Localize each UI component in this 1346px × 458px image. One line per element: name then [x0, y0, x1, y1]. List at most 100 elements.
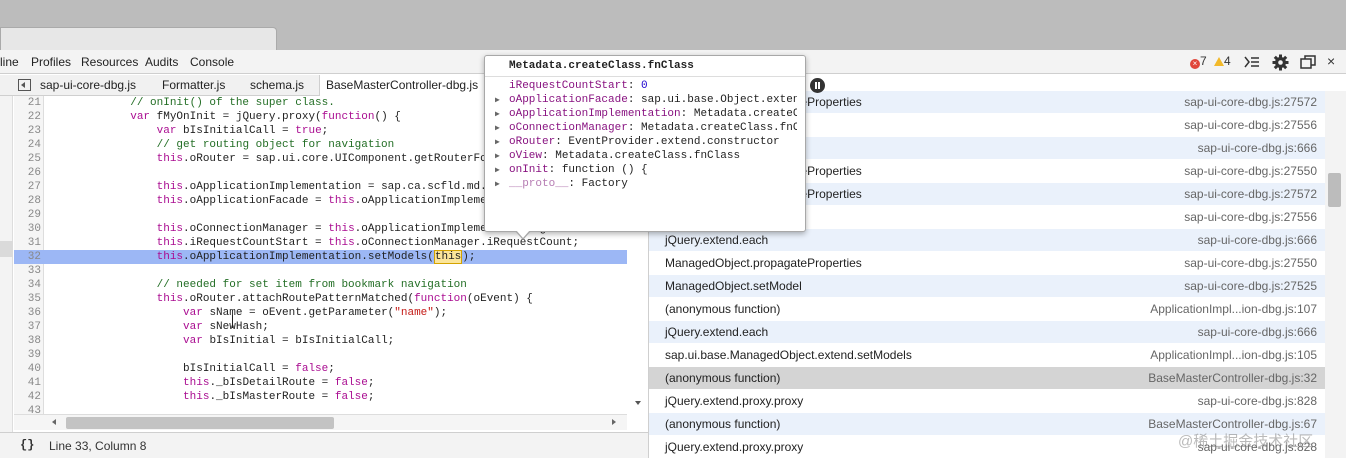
line-number[interactable]: 24 [14, 138, 41, 152]
code-line[interactable]: 35 this.oRouter.attachRoutePatternMatche… [14, 292, 627, 306]
line-number[interactable]: 41 [14, 376, 41, 390]
call-frame-location[interactable]: sap-ui-core-dbg.js:666 [1198, 321, 1317, 344]
call-frame[interactable]: jQuery.extend.each sap-ui-core-dbg.js:666 [649, 229, 1325, 252]
hovered-this-token[interactable]: this [433, 250, 463, 264]
call-frame[interactable]: sap.ui.base.ManagedObject.extend.setMode… [649, 344, 1325, 367]
popover-property-proto[interactable]: ▶ __proto__: Factory [495, 177, 797, 191]
popover-property-onInit[interactable]: ▶ onInit: function () { [495, 163, 797, 177]
line-number[interactable]: 23 [14, 124, 41, 138]
line-number[interactable]: 29 [14, 208, 41, 222]
call-frame[interactable]: (anonymous function) ApplicationImpl...io… [649, 298, 1325, 321]
tab-timeline[interactable]: line [0, 55, 19, 69]
popover-property-oConnectionManager[interactable]: ▶ oConnectionManager: Metadata.createClas… [495, 121, 797, 135]
expand-triangle-icon[interactable]: ▶ [495, 178, 509, 191]
line-number[interactable]: 42 [14, 390, 41, 404]
code-text: this.oApplicationImplementation.setModel… [156, 250, 476, 264]
call-frame-location[interactable]: sap-ui-core-dbg.js:828 [1198, 390, 1317, 413]
code-line[interactable]: 40 bIsInitialCall = false; [14, 362, 627, 376]
tab-profiles[interactable]: Profiles [31, 55, 71, 69]
line-number[interactable]: 35 [14, 292, 41, 306]
code-line[interactable]: 37 var sNewHash; [14, 320, 627, 334]
scroll-down-arrow-icon[interactable] [635, 401, 641, 405]
console-drawer-icon[interactable] [1244, 55, 1260, 69]
line-number[interactable]: 40 [14, 362, 41, 376]
call-frame-location[interactable]: sap-ui-core-dbg.js:27550 [1184, 252, 1317, 275]
sidebar-vertical-scrollbar[interactable] [1325, 91, 1346, 458]
file-tab-schema[interactable]: schema.js [244, 75, 310, 96]
call-frame-location[interactable]: ApplicationImpl...ion-dbg.js:105 [1150, 344, 1317, 367]
editor-horizontal-scrollbar[interactable] [14, 414, 627, 430]
scroll-left-arrow-icon[interactable] [52, 419, 56, 425]
call-frame[interactable]: jQuery.extend.proxy.proxy sap-ui-core-dbg… [649, 390, 1325, 413]
code-line[interactable]: 34 // needed for set item from bookmark … [14, 278, 627, 292]
warning-counter[interactable]: 4 [1214, 54, 1231, 70]
code-line[interactable]: 41 this._bIsDetailRoute = false; [14, 376, 627, 390]
code-line[interactable]: 36 var sName = oEvent.getParameter("name… [14, 306, 627, 320]
line-number[interactable]: 22 [14, 110, 41, 124]
line-number[interactable]: 39 [14, 348, 41, 362]
call-frame-location[interactable]: sap-ui-core-dbg.js:27556 [1184, 206, 1317, 229]
dock-icon[interactable] [1300, 55, 1316, 69]
call-frame-location[interactable]: ApplicationImpl...ion-dbg.js:107 [1150, 298, 1317, 321]
call-frame-location[interactable]: sap-ui-core-dbg.js:27572 [1184, 91, 1317, 114]
call-frame[interactable]: jQuery.extend.each sap-ui-core-dbg.js:666 [649, 321, 1325, 344]
scroll-right-arrow-icon[interactable] [612, 419, 616, 425]
code-line[interactable]: 33 [14, 264, 627, 278]
call-frame-location[interactable]: sap-ui-core-dbg.js:27556 [1184, 114, 1317, 137]
expand-triangle-icon[interactable]: ▶ [495, 150, 509, 163]
popover-property-oView[interactable]: ▶ oView: Metadata.createClass.fnClass [495, 149, 797, 163]
expand-triangle-icon[interactable]: ▶ [495, 108, 509, 121]
expand-triangle-icon[interactable]: ▶ [495, 122, 509, 135]
sidebar-scroll-thumb[interactable] [1328, 173, 1341, 207]
line-number[interactable]: 32 [14, 250, 41, 264]
sidebar-toggle-icon[interactable] [18, 79, 31, 91]
popover-property-oApplicationImplementation[interactable]: ▶ oApplicationImplementation: Metadata.cr… [495, 107, 797, 121]
error-counter[interactable]: × 7 [1190, 54, 1207, 70]
line-number[interactable]: 28 [14, 194, 41, 208]
file-tab-base-master-controller[interactable]: BaseMasterController-dbg.js [319, 75, 491, 96]
line-number[interactable]: 26 [14, 166, 41, 180]
close-icon[interactable]: × [1327, 53, 1335, 69]
line-number[interactable]: 34 [14, 278, 41, 292]
tab-console[interactable]: Console [190, 55, 234, 69]
file-tab-sap-ui-core[interactable]: sap-ui-core-dbg.js [34, 75, 142, 96]
navigator-collapsed-strip[interactable] [0, 96, 13, 436]
line-number[interactable]: 31 [14, 236, 41, 250]
tab-audits[interactable]: Audits [145, 55, 178, 69]
line-number[interactable]: 25 [14, 152, 41, 166]
code-line[interactable]: 38 var bIsInitial = bIsInitialCall; [14, 334, 627, 348]
call-frame[interactable]: ManagedObject.setModel sap-ui-core-dbg.js… [649, 275, 1325, 298]
line-number[interactable]: 38 [14, 334, 41, 348]
gear-icon[interactable] [1272, 54, 1289, 71]
call-frame[interactable]: ManagedObject.propagateProperties sap-ui-… [649, 252, 1325, 275]
pause-icon[interactable] [810, 78, 825, 93]
popover-property-oApplicationFacade[interactable]: ▶ oApplicationFacade: sap.ui.base.Object.… [495, 93, 797, 107]
line-number[interactable]: 37 [14, 320, 41, 334]
line-number[interactable]: 21 [14, 96, 41, 110]
line-number[interactable]: 27 [14, 180, 41, 194]
line-number[interactable]: 33 [14, 264, 41, 278]
line-number[interactable]: 36 [14, 306, 41, 320]
call-frame[interactable]: (anonymous function) BaseMasterController… [649, 367, 1325, 390]
call-frame-location[interactable]: sap-ui-core-dbg.js:27550 [1184, 160, 1317, 183]
horizontal-scroll-thumb[interactable] [66, 417, 334, 429]
file-tab-formatter[interactable]: Formatter.js [156, 75, 231, 96]
call-frame-location[interactable]: sap-ui-core-dbg.js:27525 [1184, 275, 1317, 298]
popover-property-oRouter[interactable]: ▶ oRouter: EventProvider.extend.construct… [495, 135, 797, 149]
line-number[interactable]: 30 [14, 222, 41, 236]
code-line-current[interactable]: 32 this.oApplicationImplementation.setMo… [14, 250, 627, 264]
browser-tab[interactable] [0, 27, 277, 50]
call-frame-location[interactable]: sap-ui-core-dbg.js:666 [1198, 229, 1317, 252]
call-frame-location[interactable]: sap-ui-core-dbg.js:27572 [1184, 183, 1317, 206]
expand-triangle-icon[interactable]: ▶ [495, 136, 509, 149]
call-frame-location[interactable]: sap-ui-core-dbg.js:666 [1198, 137, 1317, 160]
code-text: var bIsInitial = bIsInitialCall; [183, 335, 395, 347]
call-frame-location[interactable]: BaseMasterController-dbg.js:32 [1148, 367, 1317, 390]
expand-triangle-icon[interactable]: ▶ [495, 164, 509, 177]
code-line[interactable]: 42 this._bIsMasterRoute = false; [14, 390, 627, 404]
code-line[interactable]: 39 [14, 348, 627, 362]
code-line[interactable]: 31 this.iRequestCountStart = this.oConne… [14, 236, 627, 250]
expand-triangle-icon[interactable]: ▶ [495, 94, 509, 107]
pretty-print-button[interactable]: {} [20, 438, 34, 452]
tab-resources[interactable]: Resources [81, 55, 138, 69]
